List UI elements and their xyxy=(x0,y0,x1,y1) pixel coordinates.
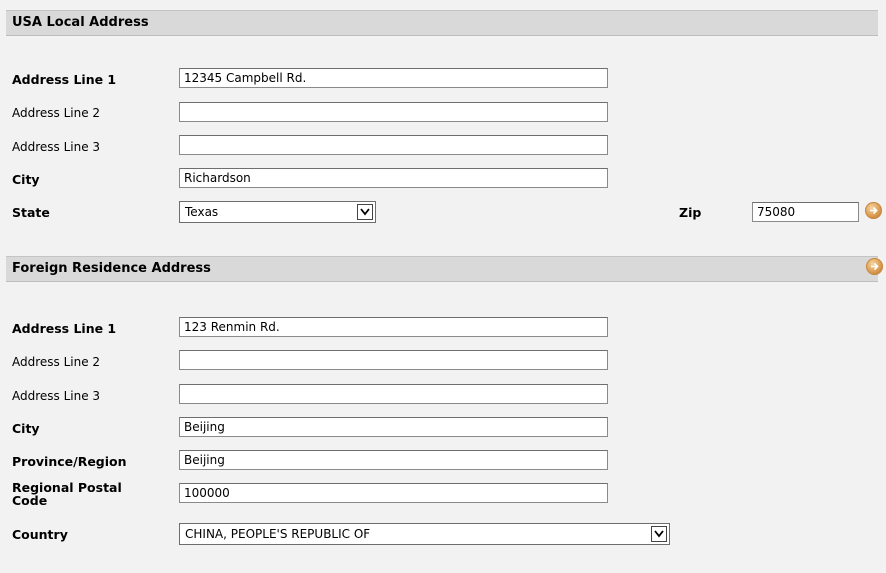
foreign-city-label: City xyxy=(12,421,40,436)
help-arrow-icon[interactable] xyxy=(865,202,882,219)
foreign-address-line2-input[interactable] xyxy=(179,350,608,370)
foreign-address-line1-input[interactable] xyxy=(179,317,608,337)
foreign-province-input[interactable] xyxy=(179,450,608,470)
foreign-postal-code-label: Regional Postal Code xyxy=(12,481,122,507)
help-arrow-icon[interactable] xyxy=(866,258,883,275)
chevron-down-icon[interactable] xyxy=(357,204,373,220)
foreign-country-label: Country xyxy=(12,527,68,542)
usa-address-header: USA Local Address xyxy=(6,10,878,36)
usa-state-label: State xyxy=(12,205,50,220)
usa-state-select[interactable]: Texas xyxy=(179,201,376,223)
usa-address-line1-input[interactable] xyxy=(179,68,608,88)
usa-address-line1-label: Address Line 1 xyxy=(12,72,117,87)
foreign-country-select[interactable]: CHINA, PEOPLE'S REPUBLIC OF xyxy=(179,523,670,545)
usa-state-value: Texas xyxy=(185,205,219,219)
foreign-address-header: Foreign Residence Address xyxy=(6,256,878,282)
foreign-city-input[interactable] xyxy=(179,417,608,437)
usa-address-line2-input[interactable] xyxy=(179,102,608,122)
foreign-address-line2-label: Address Line 2 xyxy=(12,355,101,369)
usa-address-line2-label: Address Line 2 xyxy=(12,106,101,120)
foreign-address-line3-input[interactable] xyxy=(179,384,608,404)
foreign-country-value: CHINA, PEOPLE'S REPUBLIC OF xyxy=(185,527,371,541)
foreign-address-line3-label: Address Line 3 xyxy=(12,389,101,403)
usa-city-label: City xyxy=(12,172,40,187)
usa-zip-label: Zip xyxy=(679,205,702,220)
usa-zip-input[interactable] xyxy=(752,202,859,222)
usa-address-line3-label: Address Line 3 xyxy=(12,140,101,154)
postal-label-line2: Code xyxy=(12,493,48,508)
foreign-province-label: Province/Region xyxy=(12,454,127,469)
usa-address-line3-input[interactable] xyxy=(179,135,608,155)
usa-city-input[interactable] xyxy=(179,168,608,188)
foreign-postal-code-input[interactable] xyxy=(179,483,608,503)
foreign-address-line1-label: Address Line 1 xyxy=(12,321,117,336)
chevron-down-icon[interactable] xyxy=(651,526,667,542)
